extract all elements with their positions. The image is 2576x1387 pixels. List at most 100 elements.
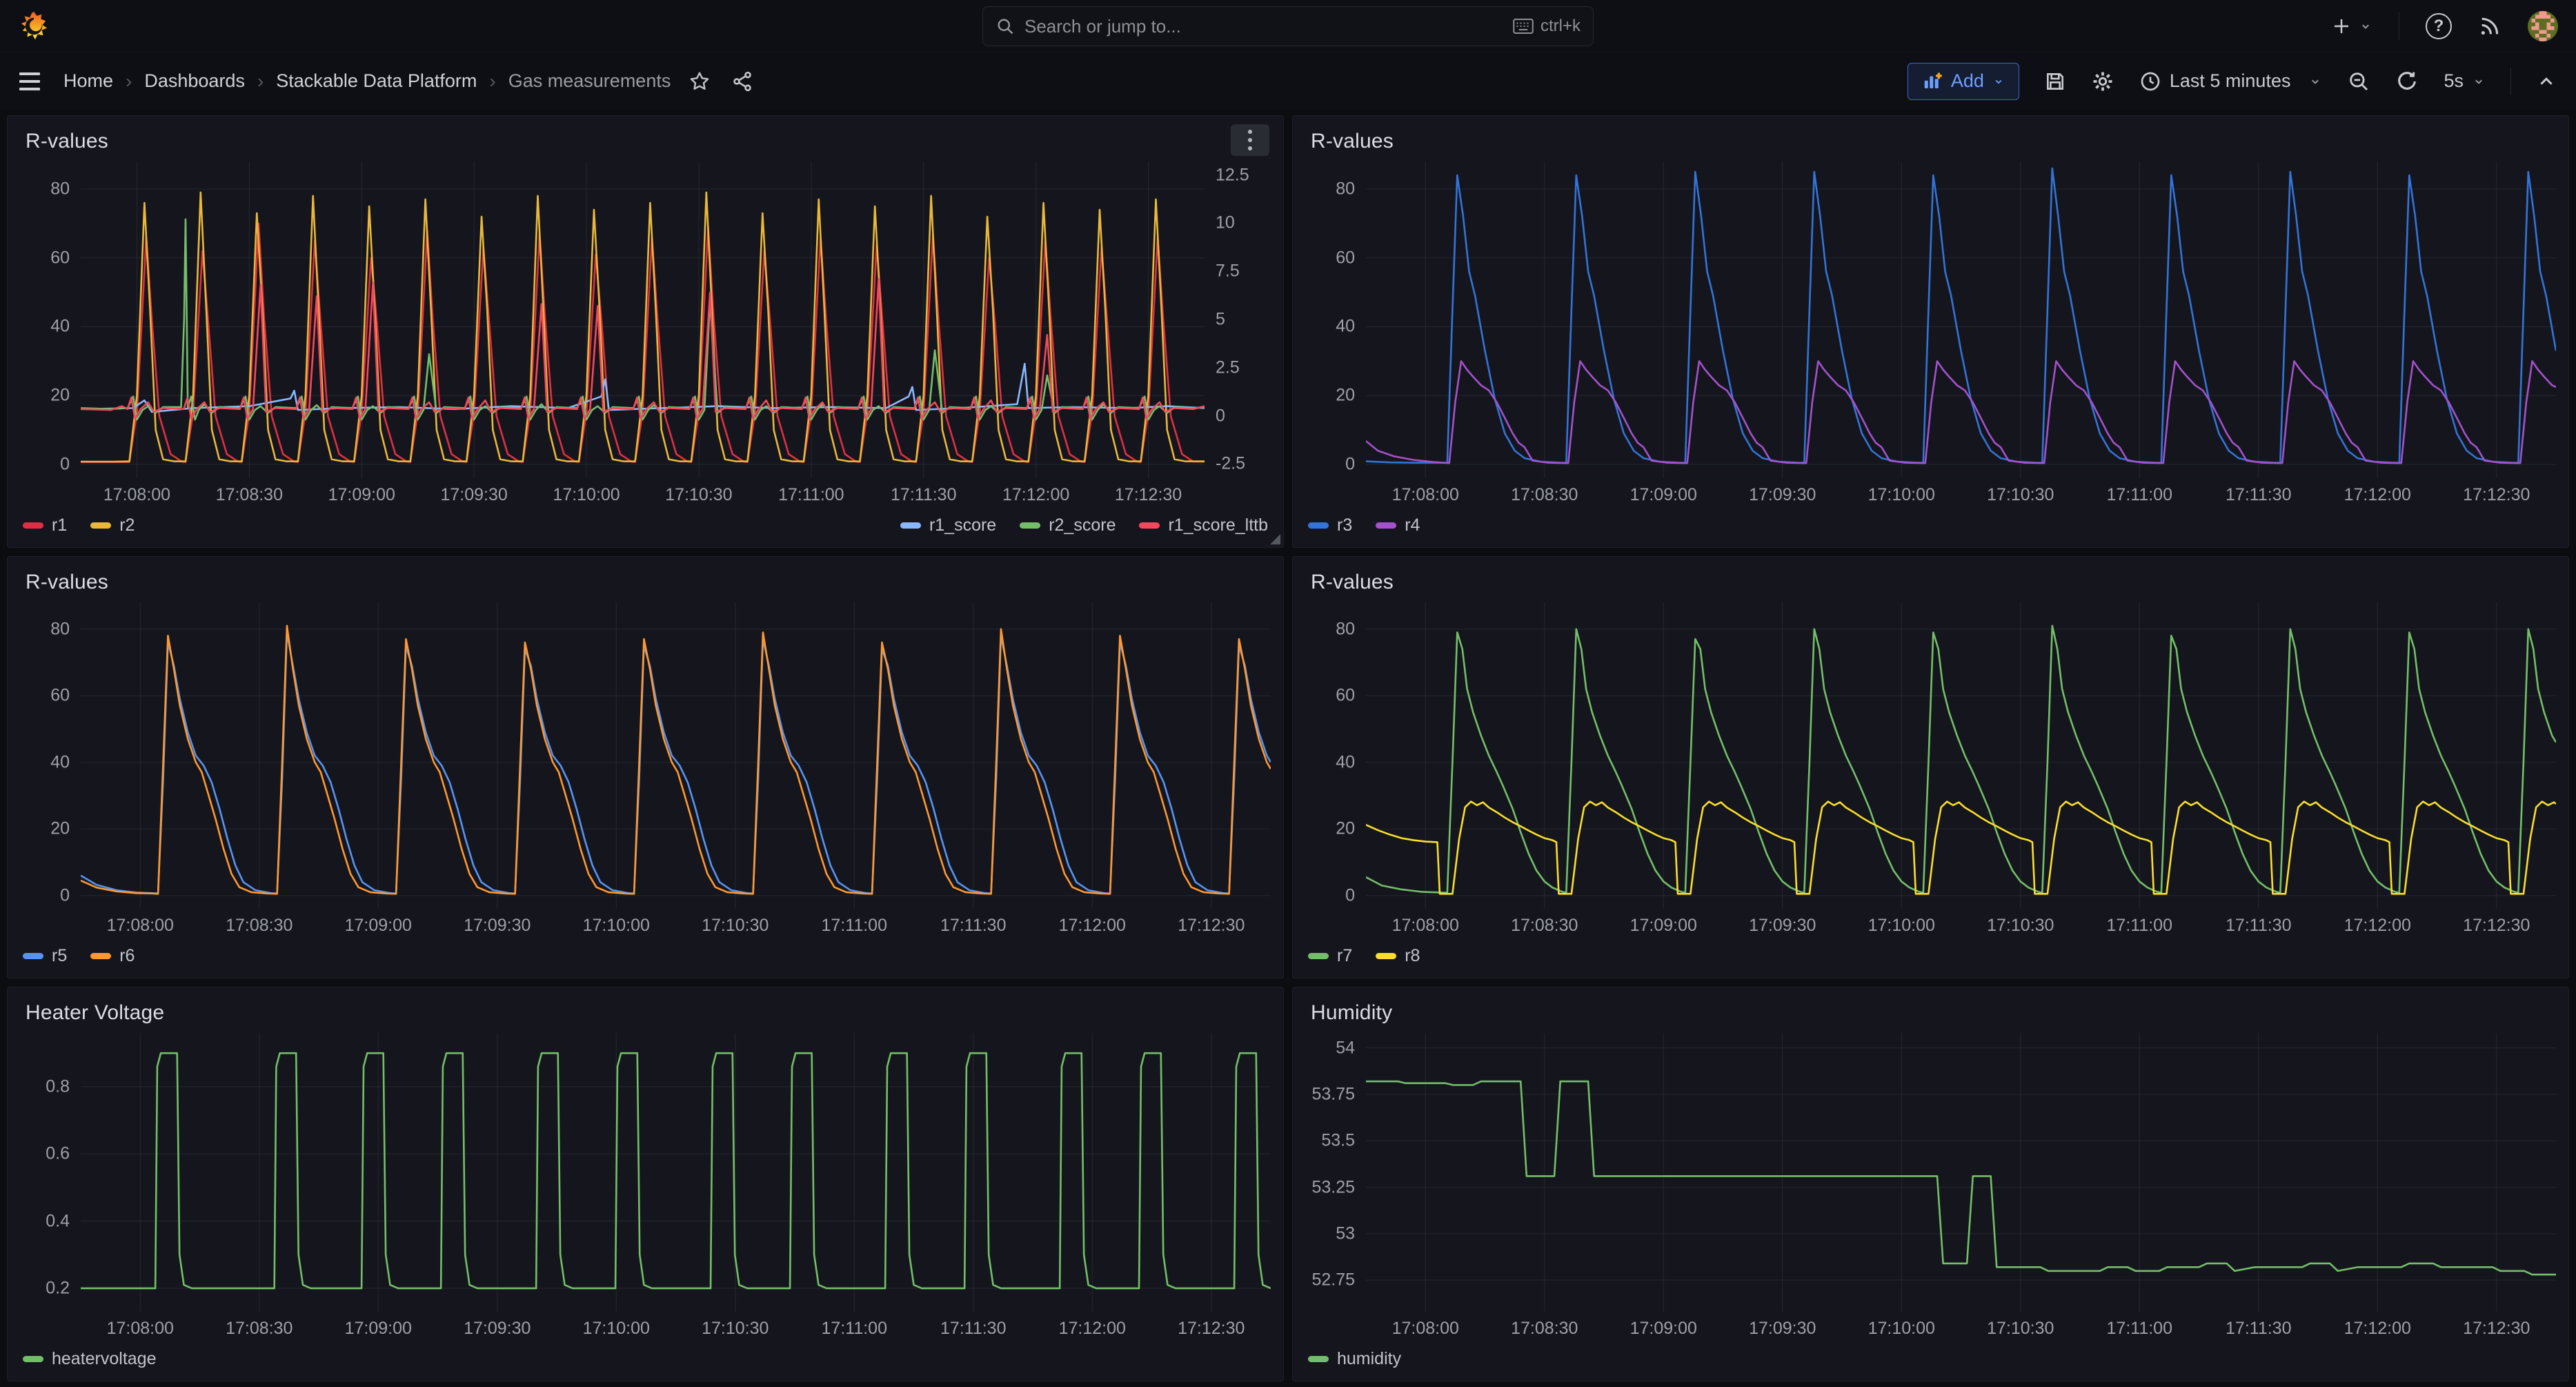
y-axis-tick-label: 53 xyxy=(1336,1223,1355,1243)
panel-r-values-r7-r8: R-values 020406080 17:08:0017:08:3017:09… xyxy=(1292,556,2569,978)
x-axis-tick-label: 17:09:00 xyxy=(345,1319,412,1339)
y-axis-tick-label: 40 xyxy=(1336,752,1355,772)
legend-swatch-icon xyxy=(1376,522,1396,529)
x-axis-tick-label: 17:12:30 xyxy=(1115,485,1182,505)
panel-humidity: Humidity 52.755353.2553.553.7554 17:08:0… xyxy=(1292,987,2569,1381)
y-axis-right: -2.502.557.51012.5 xyxy=(1205,161,1271,478)
x-axis-tick-label: 17:08:00 xyxy=(107,1319,174,1339)
chart-canvas[interactable] xyxy=(1366,1033,2556,1312)
panel-r-values-r3-r4: R-values 020406080 17:08:0017:08:3017:09… xyxy=(1292,115,2569,548)
x-axis-tick-label: 17:09:30 xyxy=(440,485,507,505)
refresh-interval-picker[interactable]: 5s xyxy=(2444,70,2486,92)
panel-menu-kebab-icon[interactable] xyxy=(1231,124,1269,156)
help-icon[interactable]: ? xyxy=(2426,13,2452,39)
panel-title[interactable]: R-values xyxy=(1311,130,1394,153)
panel-title[interactable]: R-values xyxy=(26,130,108,153)
breadcrumb-dashboards[interactable]: Dashboards xyxy=(144,70,245,92)
legend-item-humidity[interactable]: humidity xyxy=(1308,1349,1401,1369)
x-axis-tick-label: 17:09:00 xyxy=(1630,916,1697,936)
legend-item-r5[interactable]: r5 xyxy=(23,946,67,966)
panel-title[interactable]: Heater Voltage xyxy=(26,1001,164,1025)
news-rss-icon[interactable] xyxy=(2478,14,2501,38)
legend: humidity xyxy=(1305,1342,2556,1375)
zoom-out-icon[interactable] xyxy=(2347,70,2370,93)
breadcrumb-home[interactable]: Home xyxy=(63,70,113,92)
y-axis-tick-label: 60 xyxy=(1336,686,1355,706)
panel-title[interactable]: Humidity xyxy=(1311,1001,1392,1025)
x-axis-tick-label: 17:08:00 xyxy=(107,916,174,936)
y-axis-tick-label: 5 xyxy=(1216,309,1225,329)
x-axis-tick-label: 17:10:00 xyxy=(583,1319,650,1339)
legend-label: r8 xyxy=(1405,946,1420,966)
user-avatar[interactable] xyxy=(2528,11,2558,41)
x-axis-tick-label: 17:09:00 xyxy=(1630,485,1697,505)
legend-swatch-icon xyxy=(1308,953,1329,959)
x-axis-tick-label: 17:09:30 xyxy=(1749,485,1816,505)
legend-item-r1_score[interactable]: r1_score xyxy=(900,515,996,535)
y-axis-tick-label: 52.75 xyxy=(1311,1270,1355,1290)
dashboard-settings-gear-icon[interactable] xyxy=(2091,70,2114,93)
legend-label: r2 xyxy=(119,515,135,535)
x-axis-tick-label: 17:10:30 xyxy=(1987,1319,2054,1339)
legend-label: r7 xyxy=(1337,946,1352,966)
legend: r5 r6 xyxy=(20,939,1271,972)
collapse-toolbar-caret-icon[interactable] xyxy=(2536,71,2557,92)
x-axis-tick-label: 17:10:00 xyxy=(1868,485,1935,505)
x-axis-tick-label: 17:12:00 xyxy=(2344,485,2411,505)
x-axis: 17:08:0017:08:3017:09:0017:09:3017:10:00… xyxy=(81,1312,1271,1342)
y-axis-tick-label: 53.25 xyxy=(1311,1177,1355,1197)
favorite-star-icon[interactable] xyxy=(688,70,711,92)
menu-toggle-icon[interactable] xyxy=(19,72,40,90)
legend-swatch-icon xyxy=(90,522,111,529)
time-range-picker[interactable]: Last 5 minutes xyxy=(2139,70,2323,92)
x-axis-tick-label: 17:12:30 xyxy=(2463,485,2530,505)
chart-canvas[interactable] xyxy=(1366,602,2556,909)
legend-item-r2[interactable]: r2 xyxy=(90,515,135,535)
x-axis-tick-label: 17:08:30 xyxy=(226,916,293,936)
chart-canvas[interactable] xyxy=(81,161,1205,478)
save-dashboard-icon[interactable] xyxy=(2044,70,2066,92)
legend-item-r3[interactable]: r3 xyxy=(1308,515,1352,535)
legend-swatch-icon xyxy=(23,953,43,959)
legend: r1 r2 r1_score r2_score r1_score_lttb xyxy=(20,509,1271,542)
breadcrumb-folder[interactable]: Stackable Data Platform xyxy=(276,70,477,92)
search-input[interactable]: Search or jump to... ctrl+k xyxy=(982,6,1594,46)
panel-resize-handle[interactable] xyxy=(1270,534,1280,544)
legend-item-r7[interactable]: r7 xyxy=(1308,946,1352,966)
y-axis-tick-label: 7.5 xyxy=(1216,262,1240,282)
add-panel-button[interactable]: Add xyxy=(1908,63,2019,100)
y-axis-tick-label: 53.5 xyxy=(1321,1131,1355,1151)
keyboard-icon xyxy=(1513,18,1534,35)
legend-label: r1_score_lttb xyxy=(1168,515,1268,535)
legend-item-r8[interactable]: r8 xyxy=(1376,946,1420,966)
x-axis-tick-label: 17:11:00 xyxy=(778,485,844,505)
y-axis-tick-label: 80 xyxy=(1336,179,1355,199)
panel-title[interactable]: R-values xyxy=(1311,571,1394,594)
y-axis-tick-label: 12.5 xyxy=(1216,165,1249,185)
x-axis-tick-label: 17:12:00 xyxy=(2344,916,2411,936)
share-icon[interactable] xyxy=(731,70,753,92)
legend-item-r1_score_lttb[interactable]: r1_score_lttb xyxy=(1139,515,1268,535)
legend-item-r6[interactable]: r6 xyxy=(90,946,135,966)
add-panel-icon xyxy=(1922,71,1943,92)
legend-item-r4[interactable]: r4 xyxy=(1376,515,1420,535)
chevron-down-icon xyxy=(1992,75,2005,88)
new-plus-button[interactable] xyxy=(2331,16,2372,37)
legend-item-heatervoltage[interactable]: heatervoltage xyxy=(23,1349,157,1369)
legend-group-left: r1 r2 xyxy=(23,515,135,535)
panel-title[interactable]: R-values xyxy=(26,571,108,594)
chart-canvas[interactable] xyxy=(81,602,1271,909)
x-axis-tick-label: 17:10:00 xyxy=(583,916,650,936)
legend-item-r1[interactable]: r1 xyxy=(23,515,67,535)
y-axis-tick-label: 20 xyxy=(1336,819,1355,839)
y-axis-tick-label: 2.5 xyxy=(1216,357,1240,377)
chart-canvas[interactable] xyxy=(1366,161,2556,478)
legend-item-r2_score[interactable]: r2_score xyxy=(1020,515,1116,535)
breadcrumb-separator-icon: › xyxy=(126,70,132,92)
refresh-icon[interactable] xyxy=(2395,70,2419,93)
grafana-logo[interactable] xyxy=(18,10,50,42)
dashboard-grid: R-values 020406080 -2.502.557.51012.5 17… xyxy=(0,110,2576,1387)
chart-canvas[interactable] xyxy=(81,1033,1271,1312)
x-axis-tick-label: 17:09:30 xyxy=(1749,1319,1816,1339)
legend-group-left: humidity xyxy=(1308,1349,1401,1369)
